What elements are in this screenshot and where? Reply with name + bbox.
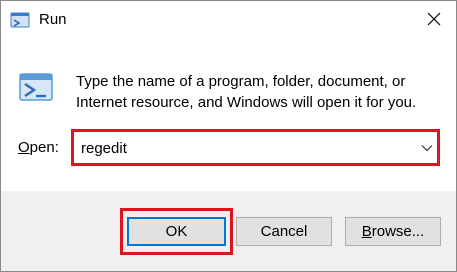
open-input[interactable] bbox=[81, 138, 401, 158]
browse-button[interactable]: Browse... bbox=[345, 217, 441, 246]
close-button[interactable] bbox=[422, 9, 446, 33]
title-bar[interactable]: Run bbox=[1, 1, 456, 41]
description-text: Type the name of a program, folder, docu… bbox=[76, 73, 417, 111]
run-icon bbox=[10, 12, 30, 30]
open-label-rest: pen: bbox=[29, 139, 59, 156]
run-icon bbox=[16, 68, 56, 108]
browse-accel: B bbox=[361, 223, 372, 240]
chevron-down-icon[interactable] bbox=[420, 141, 434, 155]
open-label-accel: O bbox=[18, 139, 30, 156]
run-dialog: Run Type the name of a program, folder, … bbox=[0, 0, 457, 272]
open-combobox[interactable] bbox=[71, 129, 440, 166]
browse-label-rest: rowse... bbox=[371, 223, 425, 240]
cancel-button[interactable]: Cancel bbox=[236, 217, 332, 246]
close-icon bbox=[427, 12, 441, 31]
window-title: Run bbox=[39, 11, 67, 28]
open-label: Open: bbox=[18, 139, 59, 156]
ok-button[interactable]: OK bbox=[127, 217, 226, 246]
